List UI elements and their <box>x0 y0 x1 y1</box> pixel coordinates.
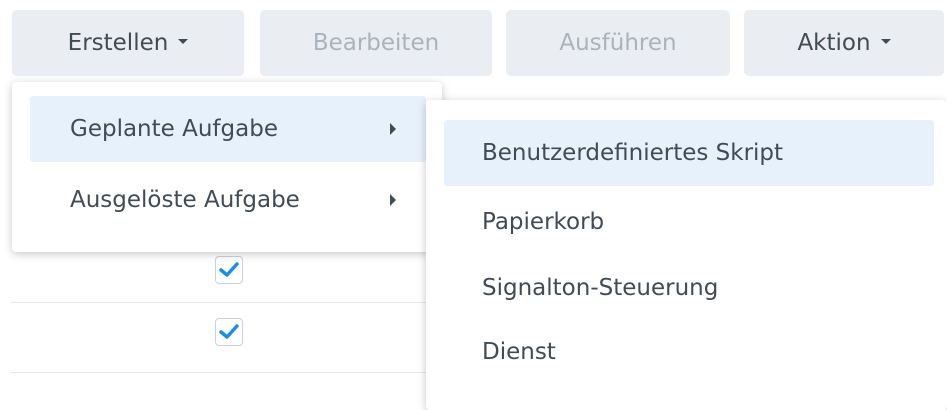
edit-button-label: Bearbeiten <box>312 30 440 56</box>
menu-item-label: Papierkorb <box>482 209 605 235</box>
create-dropdown-menu: Geplante Aufgabe Ausgelöste Aufgabe <box>12 82 442 252</box>
chevron-right-icon <box>390 194 396 206</box>
run-button[interactable]: Ausführen <box>506 10 730 76</box>
run-button-label: Ausführen <box>559 30 677 56</box>
menu-item-label: Geplante Aufgabe <box>70 116 278 142</box>
menu-item-custom-script[interactable]: Benutzerdefiniertes Skript <box>444 120 934 186</box>
chevron-down-icon <box>178 39 189 44</box>
menu-item-service[interactable]: Dienst <box>444 322 934 382</box>
menu-item-label: Signalton-Steuerung <box>482 275 719 301</box>
menu-item-label: Benutzerdefiniertes Skript <box>482 140 784 166</box>
toolbar: Erstellen Bearbeiten Ausführen Aktion <box>0 0 947 90</box>
action-button-label: Aktion <box>797 30 871 56</box>
menu-item-scheduled-task[interactable]: Geplante Aufgabe <box>30 96 426 162</box>
menu-item-recycle-bin[interactable]: Papierkorb <box>444 192 934 252</box>
menu-item-beep-control[interactable]: Signalton-Steuerung <box>444 258 934 318</box>
menu-item-triggered-task[interactable]: Ausgelöste Aufgabe <box>30 170 426 230</box>
checkmark-icon <box>219 324 239 339</box>
menu-item-label: Ausgelöste Aufgabe <box>70 187 300 213</box>
chevron-down-icon <box>880 39 891 44</box>
create-button-label: Erstellen <box>67 30 169 56</box>
chevron-right-icon <box>390 123 396 135</box>
action-button[interactable]: Aktion <box>744 10 944 76</box>
create-button[interactable]: Erstellen <box>12 10 244 76</box>
enabled-checkbox[interactable] <box>215 256 243 284</box>
edit-button[interactable]: Bearbeiten <box>260 10 492 76</box>
scheduled-task-submenu: Benutzerdefiniertes Skript Papierkorb Si… <box>426 100 947 410</box>
menu-item-label: Dienst <box>482 339 556 365</box>
checkmark-icon <box>219 262 239 277</box>
enabled-checkbox[interactable] <box>215 318 243 346</box>
